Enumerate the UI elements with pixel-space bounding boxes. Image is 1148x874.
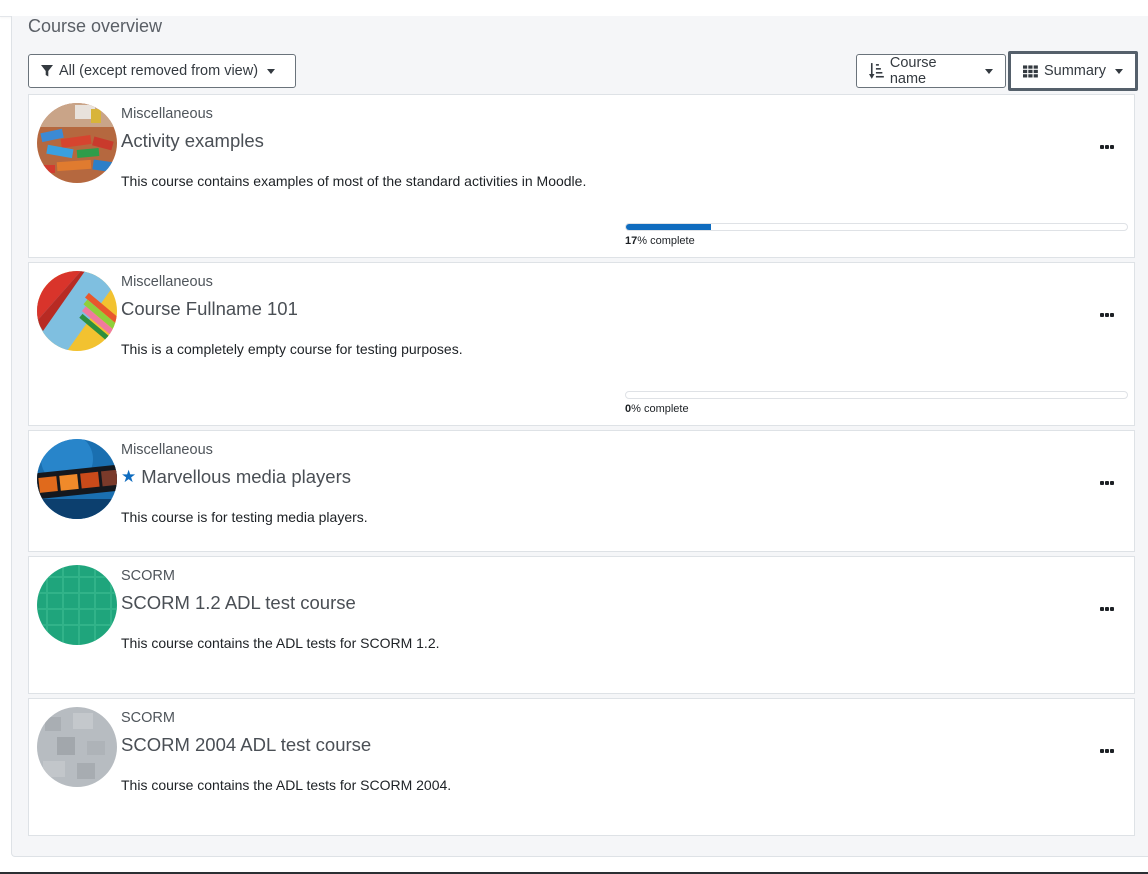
course-summary: This course is for testing media players… — [121, 509, 368, 525]
more-options-icon[interactable] — [1100, 311, 1114, 319]
grid-icon — [1023, 64, 1038, 77]
colored-pencils-image[interactable] — [37, 271, 117, 351]
course-summary: This course contains the ADL tests for S… — [121, 777, 452, 793]
toy-blocks-image[interactable] — [37, 103, 117, 183]
filter-dropdown-button[interactable]: All (except removed from view) — [28, 54, 296, 88]
chevron-down-icon — [267, 68, 276, 74]
course-category: Miscellaneous — [121, 442, 213, 458]
grey-pattern-image[interactable] — [37, 707, 117, 787]
course-name-link[interactable]: SCORM 2004 ADL test course — [121, 734, 371, 756]
course-name-link[interactable]: ★ Marvellous media players — [121, 466, 351, 488]
chevron-down-icon — [985, 68, 993, 74]
course-summary: This course contains examples of most of… — [121, 173, 587, 189]
sort-dropdown-button[interactable]: Course name — [856, 54, 1006, 88]
course-card: Miscellaneous Activity examples This cou… — [28, 94, 1135, 258]
course-summary: This is a completely empty course for te… — [121, 341, 463, 357]
course-name-link[interactable]: SCORM 1.2 ADL test course — [121, 592, 356, 614]
filter-label: All (except removed from view) — [59, 63, 259, 79]
course-name: Marvellous media players — [141, 466, 352, 487]
course-name-link[interactable]: Course Fullname 101 — [121, 298, 298, 320]
course-name: Activity examples — [121, 130, 264, 151]
course-name: Course Fullname 101 — [121, 298, 298, 319]
view-label: Summary — [1043, 63, 1106, 79]
course-category: SCORM — [121, 568, 175, 584]
course-category: Miscellaneous — [121, 274, 213, 290]
view-dropdown-button[interactable]: Summary — [1008, 51, 1138, 91]
sort-label: Course name — [889, 55, 937, 87]
more-options-icon[interactable] — [1100, 479, 1114, 487]
course-card: Miscellaneous Course Fullname 101 This i… — [28, 262, 1135, 426]
more-options-icon[interactable] — [1100, 605, 1114, 613]
progress-text: 17% complete — [625, 235, 695, 247]
course-card: Miscellaneous ★ Marvellous media players… — [28, 430, 1135, 552]
progress-bar — [625, 223, 1128, 231]
more-options-icon[interactable] — [1100, 143, 1114, 151]
course-category: SCORM — [121, 710, 175, 726]
progress-bar — [625, 391, 1128, 399]
green-pattern-image[interactable] — [37, 565, 117, 645]
film-strip-image[interactable] — [37, 439, 117, 519]
course-name: SCORM 1.2 ADL test course — [121, 592, 356, 613]
course-name: SCORM 2004 ADL test course — [121, 734, 372, 755]
course-card: SCORM SCORM 1.2 ADL test course This cou… — [28, 556, 1135, 694]
top-strip — [0, 0, 1148, 17]
block-title: Course overview — [28, 16, 163, 36]
chevron-down-icon — [1115, 68, 1123, 74]
filter-icon — [41, 65, 53, 77]
more-options-icon[interactable] — [1100, 747, 1114, 755]
course-category: Miscellaneous — [121, 106, 213, 122]
star-icon: ★ — [121, 467, 137, 486]
progress-text: 0% complete — [625, 403, 689, 415]
progress-fill — [626, 224, 712, 230]
course-name-link[interactable]: Activity examples — [121, 130, 264, 152]
course-summary: This course contains the ADL tests for S… — [121, 635, 440, 651]
course-card: SCORM SCORM 2004 ADL test course This co… — [28, 698, 1135, 836]
sort-amount-icon — [869, 63, 884, 79]
